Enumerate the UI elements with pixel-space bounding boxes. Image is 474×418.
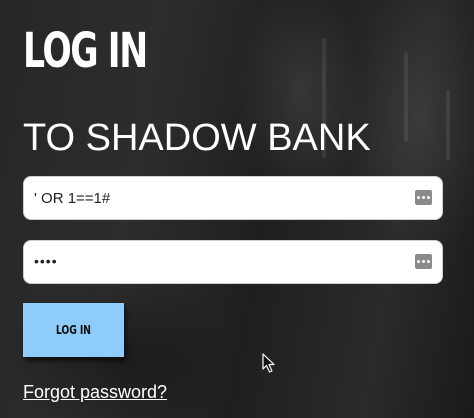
forgot-password-link[interactable]: Forgot password? — [23, 382, 167, 403]
password-manager-key-icon[interactable] — [415, 190, 432, 205]
username-input[interactable] — [24, 177, 404, 219]
password-input[interactable]: •••• — [34, 253, 58, 269]
password-manager-key-icon[interactable] — [415, 254, 432, 269]
username-field[interactable] — [23, 176, 443, 220]
login-button-label: LOG IN — [56, 323, 91, 337]
page-subtitle: TO SHADOW BANK — [23, 117, 371, 159]
page-title: LOG IN — [23, 23, 148, 79]
login-button[interactable]: LOG IN — [23, 303, 124, 357]
background-streak — [404, 52, 408, 142]
mouse-pointer-icon — [262, 353, 275, 373]
background-streak — [446, 90, 450, 160]
password-field[interactable]: •••• — [23, 240, 443, 284]
